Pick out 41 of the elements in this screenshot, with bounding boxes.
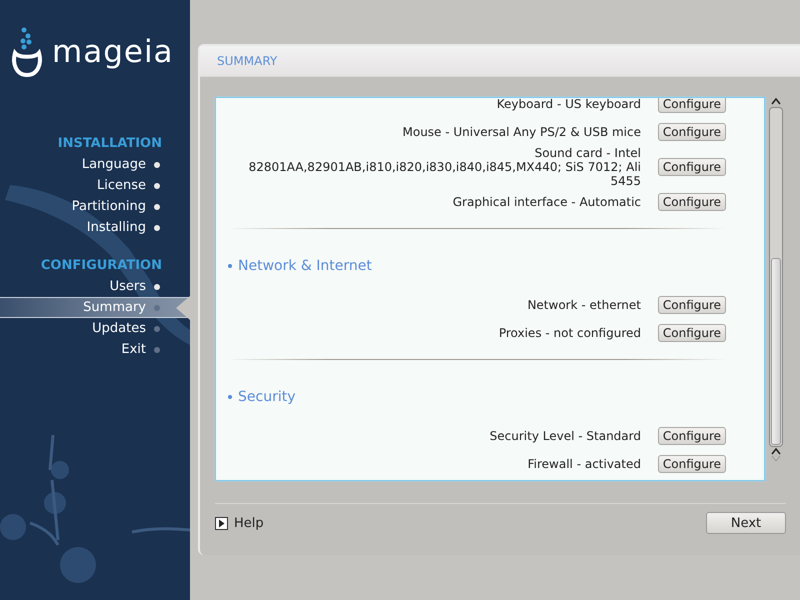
configure-button[interactable]: Configure	[658, 193, 726, 211]
sidebar-item[interactable]: License	[0, 175, 190, 196]
setting-label: Graphical interface - Automatic	[452, 195, 641, 209]
configure-button[interactable]: Configure	[658, 427, 726, 445]
scrollbar-track[interactable]	[769, 107, 783, 447]
scrollbar-thumb[interactable]	[771, 258, 781, 445]
setting-label: Firewall - activated	[528, 457, 641, 471]
bullet-icon	[228, 264, 232, 268]
setting-label: Mouse - Universal Any PS/2 & USB mice	[402, 125, 641, 139]
section-heading: Network & Internet	[238, 258, 372, 274]
scroll-up-icon[interactable]	[770, 447, 782, 455]
configure-button[interactable]: Configure	[658, 158, 726, 176]
section-heading: Security	[238, 389, 296, 405]
setting-label: Keyboard - US keyboard	[496, 98, 641, 111]
sidebar-item[interactable]: Summary	[0, 297, 190, 318]
scroll-up-icon[interactable]	[770, 97, 782, 105]
configure-button[interactable]: Configure	[658, 324, 726, 342]
setting-label: Security Level - Standard	[490, 429, 641, 443]
sidebar-item[interactable]: Exit	[0, 339, 190, 360]
sidebar-heading: CONFIGURATION	[40, 257, 163, 275]
help-button[interactable]: Help	[215, 516, 264, 530]
sidebar-item[interactable]: Partitioning	[0, 196, 190, 217]
logo-icon	[10, 27, 44, 77]
next-button[interactable]: Next	[706, 512, 786, 534]
pointer-icon	[176, 296, 190, 320]
setting-label: Sound card - Intel 82801AA,82901AB,i810,i820,i830,i840,i845,MX440; SiS 7012; Ali 5455	[248, 146, 641, 188]
sidebar-item[interactable]: Language	[0, 154, 190, 175]
bullet-icon	[228, 395, 232, 399]
sidebar-item[interactable]: Users	[0, 276, 190, 297]
expand-icon	[215, 516, 228, 530]
configure-button[interactable]: Configure	[658, 455, 726, 473]
logo-text: mageia	[52, 34, 174, 70]
sidebar-heading: INSTALLATION	[56, 135, 163, 153]
configure-button[interactable]: Configure	[658, 123, 726, 141]
setting-label: Network - ethernet	[527, 298, 641, 312]
configure-button[interactable]: Configure	[658, 296, 726, 314]
sidebar-item[interactable]: Updates	[0, 318, 190, 339]
configure-button[interactable]: Configure	[658, 98, 726, 113]
setting-label: Proxies - not configured	[498, 326, 641, 340]
panel-title: SUMMARY	[200, 46, 800, 77]
sidebar-item[interactable]: Installing	[0, 217, 190, 238]
